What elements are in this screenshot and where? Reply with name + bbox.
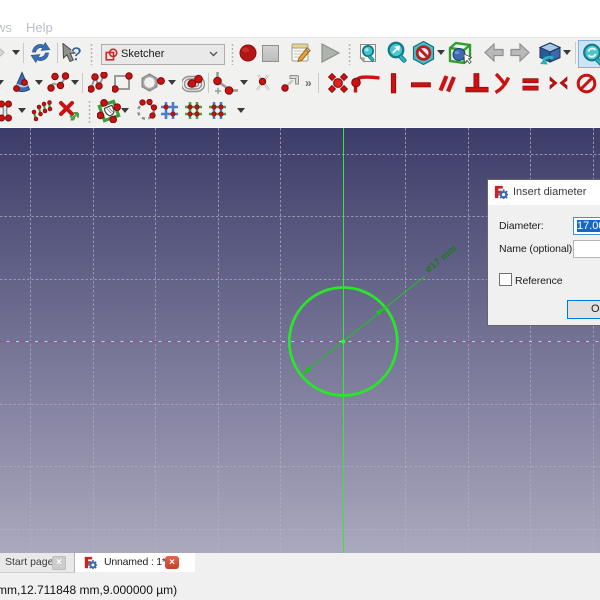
svg-text:?: ? bbox=[71, 45, 83, 66]
svg-text:ø17 mm: ø17 mm bbox=[423, 243, 459, 275]
